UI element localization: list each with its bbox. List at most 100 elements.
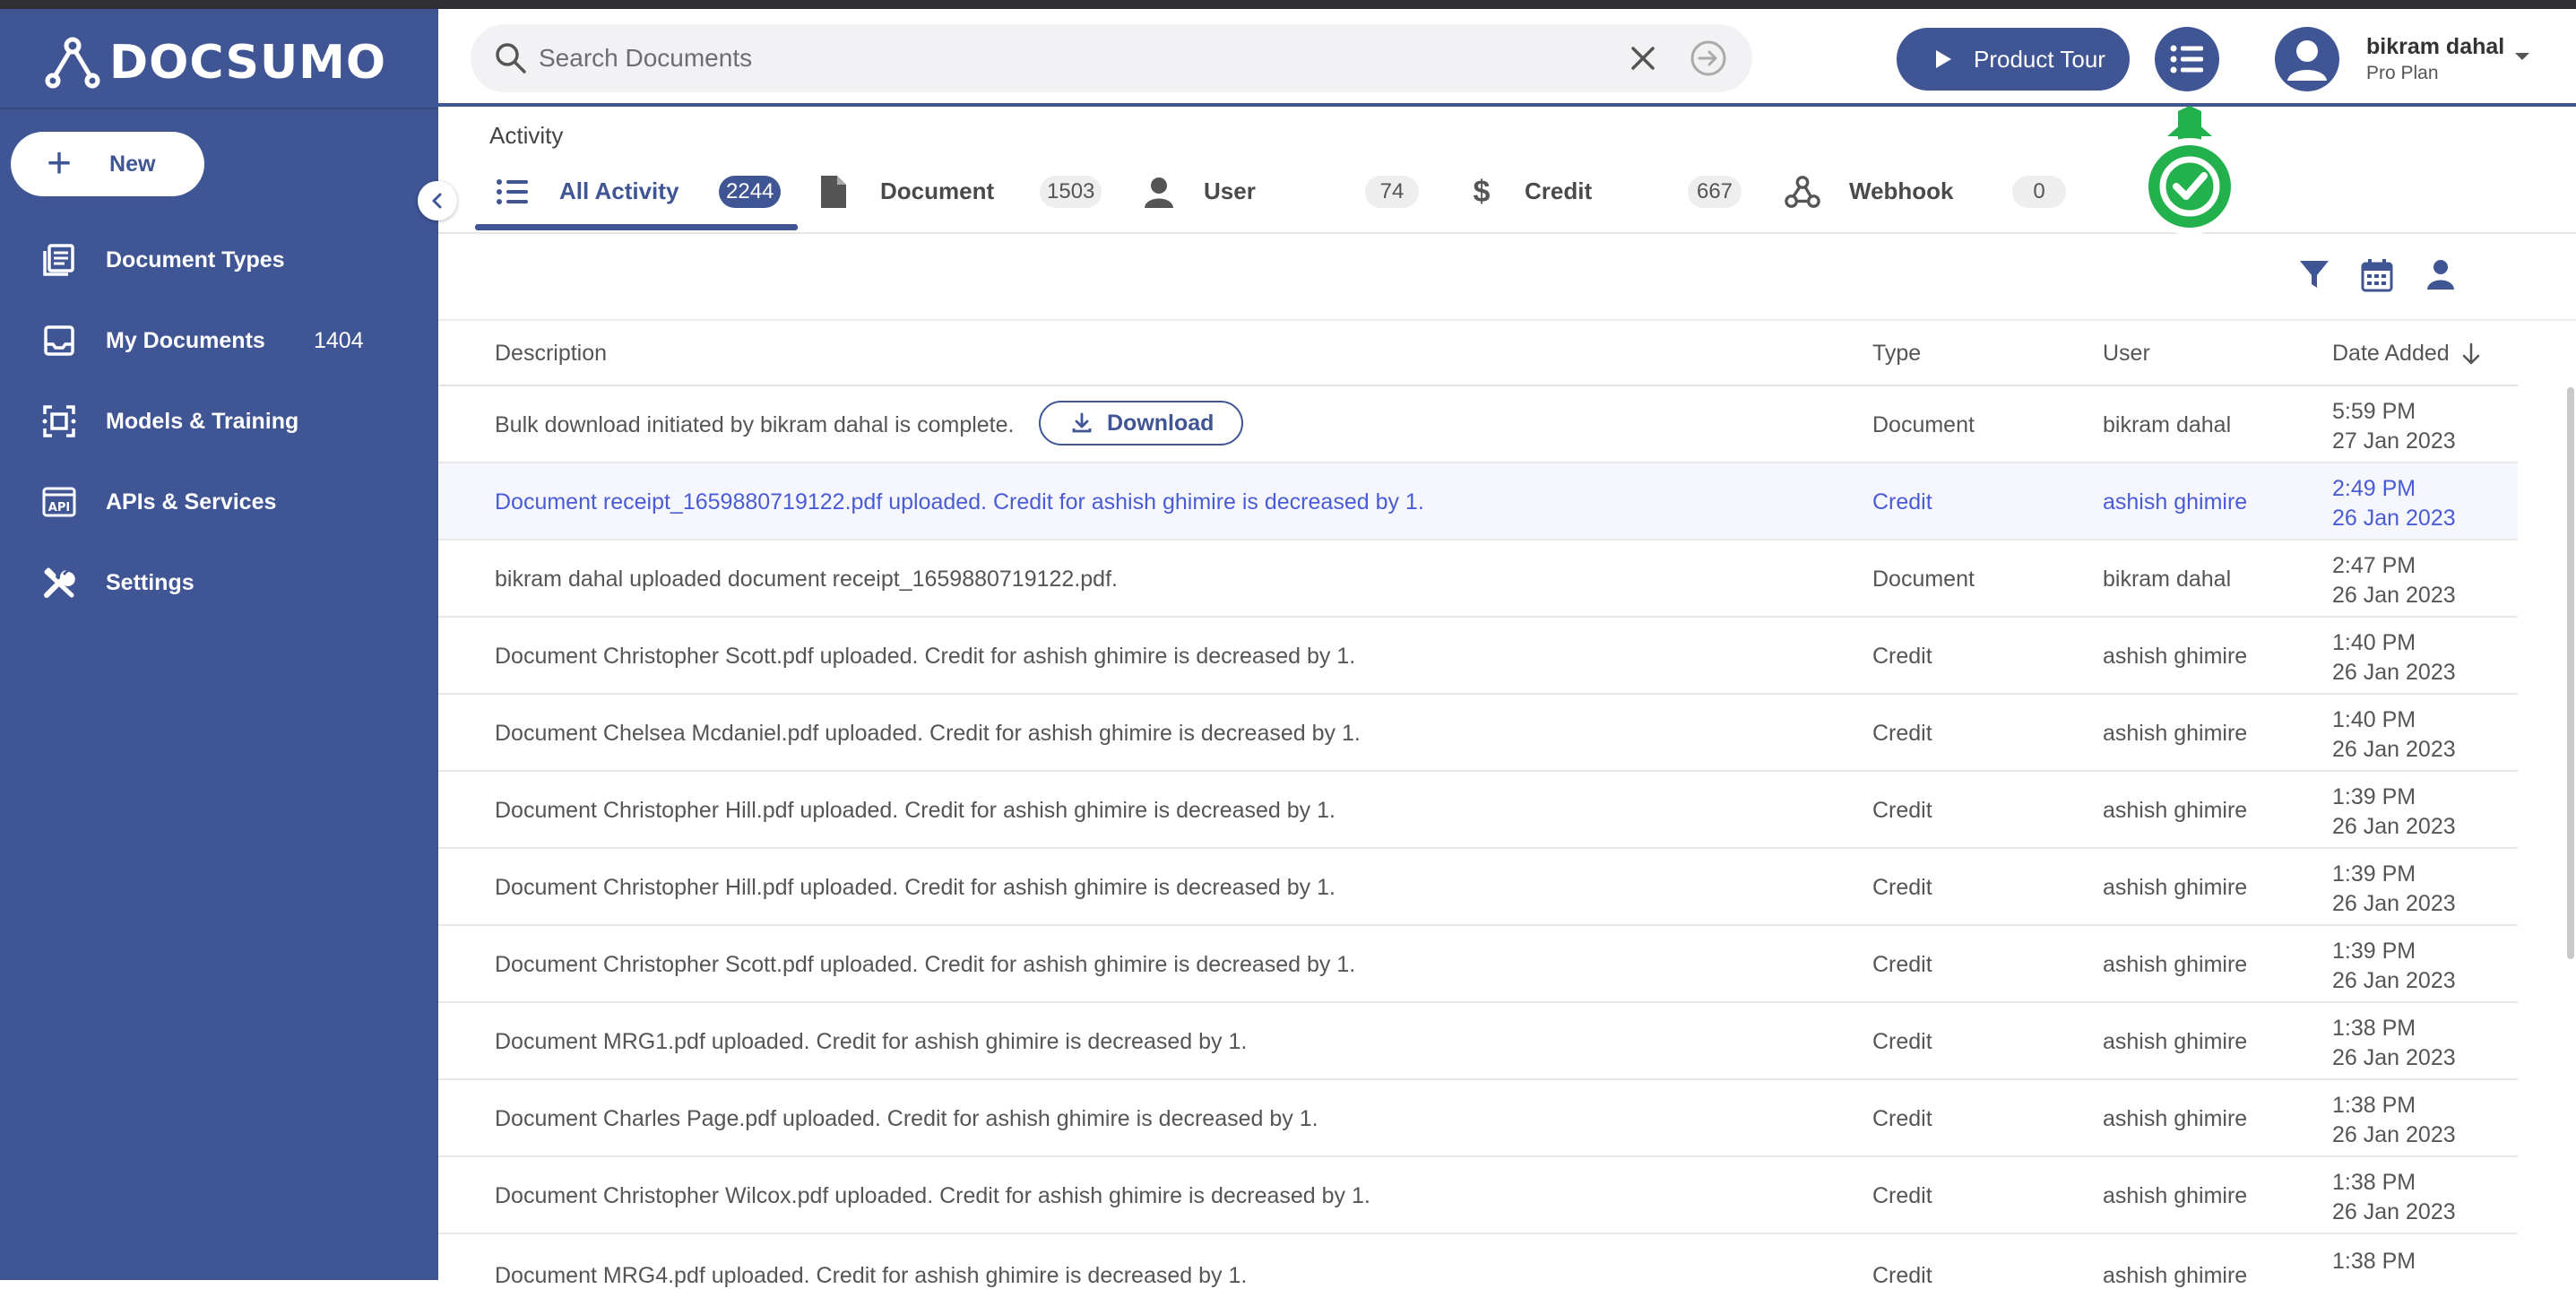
table-scrollbar[interactable] bbox=[2567, 387, 2574, 959]
row-description: Document Christopher Hill.pdf uploaded. … bbox=[495, 875, 1336, 900]
user-icon bbox=[1141, 174, 1177, 210]
tab-document[interactable]: Document 1503 bbox=[816, 167, 1111, 217]
column-header-type: Type bbox=[1872, 341, 1922, 366]
table-row[interactable]: Document MRG4.pdf uploaded. Credit for a… bbox=[438, 1234, 2518, 1288]
row-type: Document bbox=[1872, 412, 1975, 437]
sidebar-item-settings[interactable]: Settings bbox=[0, 556, 438, 610]
row-user: ashish ghimire bbox=[2103, 1106, 2248, 1131]
row-user: bikram dahal bbox=[2103, 567, 2232, 592]
row-description: Document Christopher Scott.pdf uploaded.… bbox=[495, 644, 1356, 669]
webhook-icon bbox=[1785, 174, 1820, 210]
row-description: Bulk download initiated by bikram dahal … bbox=[495, 412, 1015, 437]
row-user: ashish ghimire bbox=[2103, 798, 2248, 823]
play-icon bbox=[1936, 50, 1951, 68]
row-type: Credit bbox=[1872, 1029, 1932, 1054]
row-user: ashish ghimire bbox=[2103, 721, 2248, 746]
table-row[interactable]: Document Christopher Hill.pdf uploaded. … bbox=[438, 849, 2518, 926]
row-type: Credit bbox=[1872, 1263, 1932, 1288]
table-row[interactable]: Bulk download initiated by bikram dahal … bbox=[438, 386, 2518, 463]
download-button[interactable]: Download bbox=[1039, 401, 1243, 446]
user-plan: Pro Plan bbox=[2366, 63, 2439, 83]
column-header-label: Date Added bbox=[2332, 341, 2450, 366]
sidebar-item-apis-services[interactable]: API APIs & Services bbox=[0, 475, 438, 529]
row-date: 5:59 PM 27 Jan 2023 bbox=[2332, 399, 2456, 454]
row-user: ashish ghimire bbox=[2103, 875, 2248, 900]
tab-label: Webhook bbox=[1849, 177, 1954, 204]
table-row[interactable]: Document Christopher Scott.pdf uploaded.… bbox=[438, 618, 2518, 695]
row-user: ashish ghimire bbox=[2103, 952, 2248, 977]
table-row[interactable]: bikram dahal uploaded document receipt_1… bbox=[438, 541, 2518, 618]
tab-label: Document bbox=[880, 177, 995, 204]
row-description: Document receipt_1659880719122.pdf uploa… bbox=[495, 489, 1424, 515]
row-date: 1:40 PM 26 Jan 2023 bbox=[2332, 630, 2456, 685]
row-user: ashish ghimire bbox=[2103, 1183, 2248, 1208]
sidebar-item-document-types[interactable]: Document Types bbox=[0, 233, 438, 287]
row-date: 1:38 PM 26 Jan 2023 bbox=[2332, 1170, 2456, 1224]
table-row[interactable]: Document MRG1.pdf uploaded. Credit for a… bbox=[438, 1003, 2518, 1080]
download-icon bbox=[1072, 412, 1092, 433]
table-row[interactable]: Document Christopher Wilcox.pdf uploaded… bbox=[438, 1157, 2518, 1234]
table-row[interactable]: Document Charles Page.pdf uploaded. Cred… bbox=[438, 1080, 2518, 1157]
new-button-label: New bbox=[109, 151, 156, 177]
user-filter-icon[interactable] bbox=[2425, 258, 2456, 295]
calendar-icon[interactable] bbox=[2361, 258, 2393, 297]
row-description: Document Charles Page.pdf uploaded. Cred… bbox=[495, 1106, 1318, 1131]
filter-icon[interactable] bbox=[2298, 258, 2330, 295]
chevron-left-icon bbox=[432, 193, 442, 209]
row-user: ashish ghimire bbox=[2103, 1029, 2248, 1054]
chevron-down-icon[interactable] bbox=[2513, 50, 2531, 67]
row-description: Document Chelsea Mcdaniel.pdf uploaded. … bbox=[495, 721, 1361, 746]
sidebar-item-models-training[interactable]: Models & Training bbox=[0, 394, 438, 448]
column-header-description: Description bbox=[495, 341, 608, 366]
row-date: 1:38 PM bbox=[2332, 1249, 2416, 1274]
svg-text:API: API bbox=[48, 501, 70, 515]
sidebar-item-label: My Documents bbox=[106, 327, 265, 353]
search-bar[interactable]: Search Documents bbox=[471, 24, 1752, 92]
table-row[interactable]: Document Christopher Scott.pdf uploaded.… bbox=[438, 926, 2518, 1003]
table-row[interactable]: Document Christopher Hill.pdf uploaded. … bbox=[438, 772, 2518, 849]
tab-credit[interactable]: $ Credit 667 bbox=[1464, 167, 1759, 217]
active-tab-indicator bbox=[475, 224, 798, 230]
tab-webhook[interactable]: Webhook 0 bbox=[1785, 167, 2080, 217]
sidebar-item-my-documents[interactable]: My Documents 1404 bbox=[0, 314, 438, 368]
product-tour-label: Product Tour bbox=[1974, 45, 2105, 73]
collapse-sidebar-button[interactable] bbox=[418, 181, 457, 221]
table-row[interactable]: Document Chelsea Mcdaniel.pdf uploaded. … bbox=[438, 695, 2518, 772]
search-icon bbox=[494, 41, 528, 80]
activity-list-button[interactable] bbox=[2155, 27, 2219, 91]
new-button[interactable]: + New bbox=[11, 132, 204, 196]
row-type: Credit bbox=[1872, 1183, 1932, 1208]
table-row[interactable]: Document receipt_1659880719122.pdf uploa… bbox=[438, 463, 2518, 541]
row-date: 1:39 PM 26 Jan 2023 bbox=[2332, 861, 2456, 916]
product-tour-button[interactable]: Product Tour bbox=[1897, 28, 2130, 91]
sidebar-divider bbox=[0, 108, 438, 109]
column-header-date-added[interactable]: Date Added bbox=[2332, 341, 2481, 367]
tab-count-badge: 74 bbox=[1365, 176, 1419, 208]
inbox-icon bbox=[39, 321, 79, 360]
tab-user[interactable]: User 74 bbox=[1141, 167, 1437, 217]
row-user: ashish ghimire bbox=[2103, 489, 2248, 515]
search-submit-icon[interactable] bbox=[1690, 39, 1727, 82]
user-menu[interactable]: bikram dahal Pro Plan bbox=[2275, 25, 2553, 93]
download-label: Download bbox=[1107, 410, 1215, 436]
row-date: 1:39 PM 26 Jan 2023 bbox=[2332, 939, 2456, 993]
model-icon bbox=[39, 402, 79, 441]
row-description: Document Christopher Wilcox.pdf uploaded… bbox=[495, 1183, 1370, 1208]
row-type: Credit bbox=[1872, 644, 1932, 669]
row-date: 1:39 PM 26 Jan 2023 bbox=[2332, 784, 2456, 839]
tab-count-badge: 1503 bbox=[1040, 176, 1102, 208]
brand-logo[interactable]: DOCSUMO bbox=[45, 36, 386, 90]
tab-count-badge: 0 bbox=[2012, 176, 2066, 208]
user-name: bikram dahal bbox=[2366, 34, 2505, 59]
row-date: 1:40 PM 26 Jan 2023 bbox=[2332, 707, 2456, 762]
sidebar-item-label: APIs & Services bbox=[106, 489, 277, 515]
tab-all-activity[interactable]: All Activity 2244 bbox=[495, 167, 791, 217]
row-description: Document Christopher Scott.pdf uploaded.… bbox=[495, 952, 1356, 977]
row-description: bikram dahal uploaded document receipt_1… bbox=[495, 567, 1118, 592]
tab-label: Credit bbox=[1525, 177, 1593, 204]
search-input[interactable]: Search Documents bbox=[539, 44, 752, 73]
row-description: Document MRG4.pdf uploaded. Credit for a… bbox=[495, 1263, 1248, 1288]
row-date: 2:47 PM 26 Jan 2023 bbox=[2332, 553, 2456, 608]
clear-search-icon[interactable] bbox=[1627, 42, 1659, 79]
list-icon bbox=[495, 174, 531, 210]
